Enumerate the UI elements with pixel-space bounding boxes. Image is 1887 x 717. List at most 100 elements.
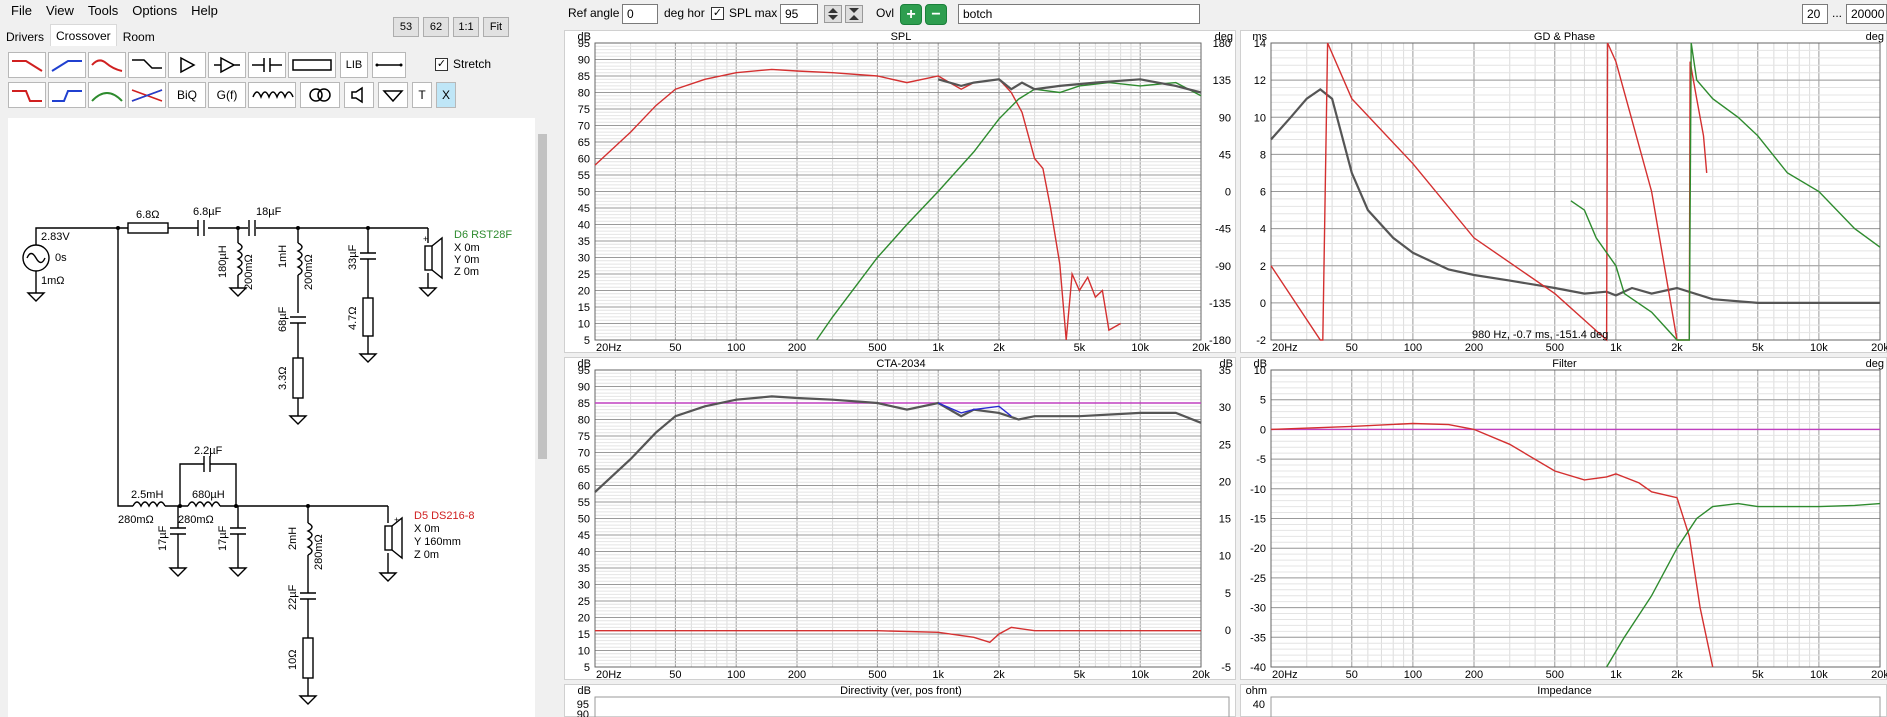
tab-drivers[interactable]: Drivers	[0, 26, 50, 46]
y2-tick-label: 5	[1225, 588, 1231, 600]
y-tick-label: 35	[578, 563, 590, 575]
tweeter-driver[interactable]	[424, 245, 433, 271]
stretch-checkbox[interactable]: ✓	[435, 57, 448, 71]
spin-up-down-button[interactable]	[824, 5, 842, 23]
y-tick-label: 5	[1260, 395, 1266, 407]
opamp-button[interactable]	[208, 52, 246, 78]
woofer-z: Z 0m	[414, 549, 439, 561]
resistor-r3[interactable]	[292, 357, 304, 399]
resistor-r1[interactable]	[127, 222, 169, 234]
filter-chart[interactable]: FilterdB deg1050-5-10-15-20-25-30-35-4020…	[1241, 358, 1887, 681]
freq-max-input[interactable]: 20000	[1846, 4, 1887, 24]
transformer-button[interactable]	[300, 82, 340, 108]
y-tick-label: -40	[1250, 662, 1266, 674]
woofer-driver[interactable]	[384, 525, 393, 551]
inductor-l4[interactable]	[187, 501, 221, 508]
crossover-schematic[interactable]: 2.83V 0s 1mΩ 6.8Ω 6.8µF 18µF 180µH 200mΩ…	[8, 118, 535, 717]
directivity-chart[interactable]: Directivity (ver, pos front)dB9590	[565, 685, 1237, 717]
l2-value: 1mH	[277, 245, 289, 268]
zoom-1to1-button[interactable]: 1:1	[453, 17, 479, 37]
gf-button[interactable]: G(f)	[208, 82, 246, 108]
inductor-l3[interactable]	[132, 501, 166, 508]
menu-file[interactable]: File	[4, 0, 39, 22]
x-tick-label: 100	[727, 669, 745, 681]
y-tick-label: 14	[1254, 38, 1266, 50]
biquad-button[interactable]: BiQ	[168, 82, 206, 108]
scrollbar-thumb[interactable]	[538, 134, 547, 459]
y-tick-label: 25	[578, 269, 590, 281]
zoom-62-button[interactable]: 62	[423, 17, 449, 37]
resistor-button[interactable]	[288, 52, 336, 78]
y-tick-label: 40	[578, 220, 590, 232]
inductor-button[interactable]	[248, 82, 296, 108]
capacitor-c1[interactable]	[197, 220, 205, 236]
lowpass2-button[interactable]	[88, 52, 126, 78]
wire-button[interactable]	[372, 52, 406, 78]
impedance-chart[interactable]: Impedance ohm 40	[1241, 685, 1887, 717]
inductor-l5[interactable]	[306, 522, 313, 556]
menu-view[interactable]: View	[39, 0, 81, 22]
y-tick-label: 12	[1254, 75, 1266, 87]
resistor-r2[interactable]	[362, 297, 374, 337]
l4-value: 680µH	[192, 489, 225, 501]
spl-max-checkbox[interactable]: ✓	[711, 7, 724, 20]
resistor-r4[interactable]	[302, 637, 314, 679]
menu-help[interactable]: Help	[184, 0, 225, 22]
spin-collapse-button[interactable]	[845, 5, 863, 23]
zoom-buttons: 53 62 1:1 Fit	[393, 17, 509, 37]
l5-value: 2mH	[287, 527, 299, 550]
lowpass3-button[interactable]	[8, 82, 46, 108]
menu-tools[interactable]: Tools	[81, 0, 125, 22]
deg-hor-label: deg hor	[664, 6, 705, 20]
lowpass1-button[interactable]	[8, 52, 46, 78]
delete-button[interactable]: X	[436, 82, 456, 108]
gd-phase-panel: GD & Phase ms deg 14 12 10 8 6 4 2 0 -2 20Hz 50 100 200…	[1240, 30, 1887, 354]
y-tick-label: -5	[1256, 454, 1266, 466]
l2-resistance: 200mΩ	[303, 254, 315, 290]
spl-max-input[interactable]: 95	[780, 4, 818, 24]
ref-angle-input[interactable]: 0	[622, 4, 658, 24]
menu-options[interactable]: Options	[125, 0, 184, 22]
tab-crossover[interactable]: Crossover	[50, 24, 117, 46]
l4-resistance: 280mΩ	[178, 514, 214, 526]
y-tick-label: 90	[577, 709, 589, 717]
bandpass-button[interactable]	[88, 82, 126, 108]
gd-phase-chart[interactable]: GD & Phasems deg14121086420-220Hz 50 100 200…	[1241, 31, 1887, 354]
highpass2-button[interactable]	[48, 82, 86, 108]
x-tick-label: 10k	[1810, 669, 1828, 681]
ground-button[interactable]	[378, 82, 408, 108]
capacitor-button[interactable]	[248, 52, 286, 78]
ovl-label: Ovl	[876, 6, 894, 20]
cta2034-chart[interactable]: CTA-2034dB dB9590858075706560555045403530…	[565, 358, 1237, 681]
capacitor-c2[interactable]	[248, 220, 256, 236]
zoom-out-button[interactable]: −	[925, 4, 947, 25]
shelf-button[interactable]	[128, 52, 166, 78]
notch-button[interactable]	[128, 82, 166, 108]
text-button[interactable]: T	[412, 82, 432, 108]
x-tick-label: 1k	[932, 342, 944, 354]
x-tick-label: 50	[669, 342, 681, 354]
freq-min-input[interactable]: 20	[1802, 4, 1828, 24]
schematic-scrollbar[interactable]	[535, 118, 550, 717]
inductor-l1[interactable]	[236, 242, 243, 276]
spl-chart[interactable]: SPLdB deg95908580757065605550454035302520…	[565, 31, 1237, 354]
driver-button[interactable]	[344, 82, 374, 108]
zoom-53-button[interactable]: 53	[393, 17, 419, 37]
library-button[interactable]: LIB	[340, 52, 368, 78]
c3-value: 33µF	[347, 244, 359, 270]
x-tick-label: 500	[1546, 342, 1564, 354]
highpass1-button[interactable]	[48, 52, 86, 78]
highpass-icon	[51, 60, 82, 72]
stretch-option[interactable]: ✓ Stretch	[435, 57, 491, 71]
y-axis-label: ohm	[1246, 685, 1267, 697]
buffer-button[interactable]	[168, 52, 206, 78]
y2-tick-label: 10	[1219, 551, 1231, 563]
project-name-input[interactable]: botch	[958, 4, 1200, 24]
tab-room[interactable]: Room	[117, 26, 161, 46]
zoom-fit-button[interactable]: Fit	[483, 17, 509, 37]
y-tick-label: -20	[1250, 543, 1266, 555]
zoom-in-button[interactable]: +	[900, 4, 922, 25]
x-tick-label: 10k	[1131, 342, 1149, 354]
inductor-l2[interactable]	[296, 242, 303, 276]
schematic-canvas[interactable]: 2.83V 0s 1mΩ 6.8Ω 6.8µF 18µF 180µH 200mΩ…	[8, 118, 535, 717]
